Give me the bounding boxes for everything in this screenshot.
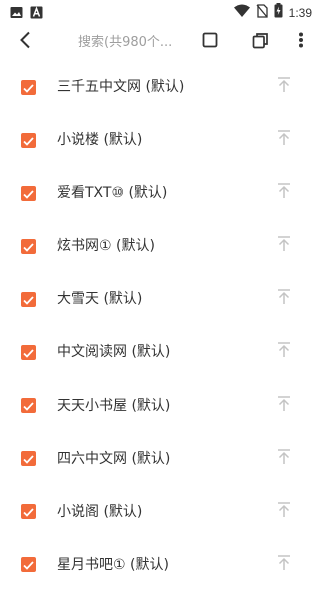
wifi-icon (233, 3, 250, 22)
move-to-top-button[interactable] (272, 395, 296, 417)
move-to-top-button[interactable] (272, 341, 296, 363)
list-item[interactable]: 炫书网① (默认) (0, 219, 320, 272)
source-name: 天天小书屋 (默认) (57, 397, 171, 414)
move-to-top-icon (277, 130, 291, 150)
checkmark-icon (23, 396, 34, 415)
move-to-top-button[interactable] (272, 448, 296, 470)
battery-charging-icon (274, 3, 283, 22)
no-sim-icon (256, 3, 268, 22)
source-checkbox[interactable] (21, 78, 36, 97)
list-item[interactable]: 四六中文网 (默认) (0, 432, 320, 485)
source-checkbox[interactable] (21, 184, 36, 203)
more-vertical-icon (298, 32, 304, 52)
checkmark-icon (23, 184, 34, 203)
status-bar: 1:39 (0, 0, 320, 24)
checkmark-icon (23, 290, 34, 309)
toolbar (0, 24, 320, 60)
move-to-top-button[interactable] (272, 76, 296, 98)
list-item[interactable]: 中文阅读网 (默认) (0, 325, 320, 378)
status-left-icons (10, 4, 43, 23)
source-list: 三千五中文网 (默认) 小说楼 (默认) 爱看TXT⑩ (默认) 炫书网① (默认) 大… (0, 60, 320, 591)
list-item[interactable]: 星月书吧① (默认) (0, 538, 320, 591)
move-to-top-icon (277, 555, 291, 575)
move-to-top-icon (277, 395, 291, 416)
source-checkbox[interactable] (21, 131, 36, 150)
search-input[interactable] (62, 30, 196, 54)
move-to-top-button[interactable] (272, 182, 296, 204)
font-icon (30, 4, 43, 23)
source-name: 小说楼 (默认) (57, 132, 143, 149)
checkmark-icon (23, 78, 34, 97)
checkmark-icon (23, 343, 34, 362)
source-name: 中文阅读网 (默认) (57, 344, 171, 361)
move-to-top-button[interactable] (272, 501, 296, 523)
source-name: 爱看TXT⑩ (默认) (57, 185, 168, 202)
image-icon (10, 4, 23, 23)
checkmark-icon (23, 449, 34, 468)
source-checkbox[interactable] (21, 449, 36, 468)
list-item[interactable]: 天天小书屋 (默认) (0, 379, 320, 432)
move-to-top-icon (277, 448, 291, 469)
move-to-top-icon (277, 77, 291, 97)
move-to-top-button[interactable] (272, 235, 296, 257)
checkmark-icon (23, 237, 34, 256)
list-item[interactable]: 三千五中文网 (默认) (0, 60, 320, 113)
checkmark-icon (23, 555, 34, 574)
source-checkbox[interactable] (21, 343, 36, 362)
status-right-icons: 1:39 (233, 3, 312, 22)
source-name: 星月书吧① (默认) (57, 556, 169, 573)
select-all-button[interactable] (197, 29, 223, 55)
source-name: 三千五中文网 (默认) (57, 79, 185, 95)
source-checkbox[interactable] (21, 396, 36, 415)
more-options-button[interactable] (288, 29, 314, 55)
source-name: 炫书网① (默认) (57, 238, 155, 255)
list-item[interactable]: 爱看TXT⑩ (默认) (0, 166, 320, 219)
list-item[interactable]: 小说阁 (默认) (0, 485, 320, 538)
list-item[interactable]: 大雪天 (默认) (0, 272, 320, 325)
checkmark-icon (23, 502, 34, 521)
back-button[interactable] (12, 29, 38, 55)
source-checkbox[interactable] (21, 555, 36, 574)
clock: 1:39 (288, 5, 312, 20)
copy-icon (252, 32, 269, 53)
source-name: 大雪天 (默认) (57, 291, 143, 308)
move-to-top-button[interactable] (272, 129, 296, 151)
checkmark-icon (23, 131, 34, 150)
source-checkbox[interactable] (21, 237, 36, 256)
move-to-top-button[interactable] (272, 554, 296, 576)
move-to-top-button[interactable] (272, 288, 296, 310)
source-name: 四六中文网 (默认) (57, 450, 171, 467)
source-checkbox[interactable] (21, 502, 36, 521)
copy-button[interactable] (247, 29, 273, 55)
source-checkbox[interactable] (21, 290, 36, 309)
source-name: 小说阁 (默认) (57, 503, 143, 520)
move-to-top-icon (277, 289, 291, 309)
move-to-top-icon (277, 183, 291, 203)
move-to-top-icon (277, 502, 291, 522)
list-item[interactable]: 小说楼 (默认) (0, 113, 320, 166)
square-icon (202, 32, 218, 52)
move-to-top-icon (277, 236, 291, 256)
back-arrow-icon (19, 31, 31, 53)
move-to-top-icon (277, 342, 291, 362)
